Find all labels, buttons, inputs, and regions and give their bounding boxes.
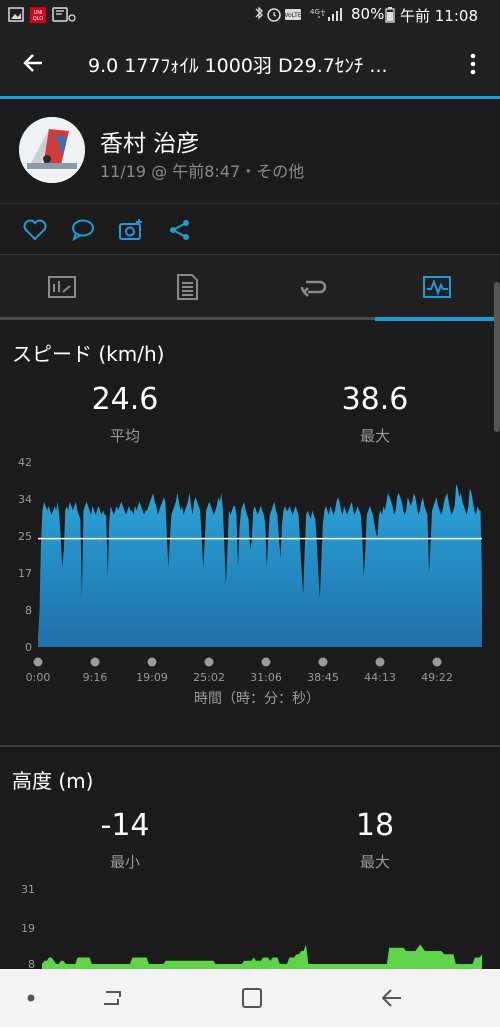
speed-y-tick-label: 0 <box>25 641 32 654</box>
battery-level: 80% <box>351 5 385 23</box>
battery-icon <box>385 7 395 23</box>
activity-owner: 香村 治彦 11/19 @ 午前8:47・その他 <box>0 99 500 204</box>
svg-text:VoLTE: VoLTE <box>284 12 301 19</box>
status-bar: UNI QLO VoLTE 4G+ 80% 午前 11:08 <box>0 0 500 30</box>
heart-icon[interactable] <box>22 217 48 243</box>
speed-x-tick-dot <box>375 657 385 667</box>
speed-x-tick-label: 38:45 <box>307 671 339 684</box>
altitude-y-tick-label: 31 <box>21 883 35 896</box>
scrollbar[interactable] <box>494 282 500 432</box>
notification-icons: UNI QLO <box>8 7 76 23</box>
speed-y-tick-label: 25 <box>18 530 32 543</box>
active-tab-indicator <box>375 317 500 321</box>
activity-title: 9.0 177ﾌｫｲﾙ 1000羽 D29.7ｾﾝﾁ ... <box>88 55 388 77</box>
altitude-y-tick-label: 19 <box>21 922 35 935</box>
speed-x-tick-dot <box>261 657 271 667</box>
chart-icon <box>423 276 451 298</box>
system-status-icons: VoLTE 4G+ <box>255 6 342 22</box>
summary-icon <box>48 276 76 298</box>
speed-x-tick-dot <box>147 657 157 667</box>
app-bar: 9.0 177ﾌｫｲﾙ 1000羽 D29.7ｾﾝﾁ ... <box>0 30 500 96</box>
tab-laps[interactable] <box>250 255 375 319</box>
speed-x-tick-label: 9:16 <box>83 671 108 684</box>
speed-y-tick-label: 42 <box>18 456 32 469</box>
activity-date: 11/19 @ 午前8:47・その他 <box>100 162 305 181</box>
speed-chart: 0 8 17 25 34 42 0:00 9:16 19:09 25:02 31:06 38:45 4… <box>18 456 482 707</box>
altitude-chart: 8 19 31 <box>21 883 482 969</box>
tab-summary[interactable] <box>0 255 125 319</box>
altitude-area-series <box>42 944 482 969</box>
speed-x-axis-label: 時間（時：分：秒） <box>194 691 320 707</box>
altitude-max-label: 最大 <box>359 853 390 871</box>
clock: 午前 11:08 <box>400 7 478 25</box>
owner-name: 香村 治彦 <box>100 131 200 157</box>
home-icon[interactable] <box>240 987 264 1009</box>
navigation-bar <box>0 969 500 1027</box>
recent-apps-icon[interactable] <box>100 988 124 1008</box>
avatar-photo <box>19 117 85 183</box>
section-divider <box>0 745 500 747</box>
comment-icon[interactable] <box>70 217 96 243</box>
altitude-max-value: 18 <box>355 808 395 843</box>
speed-max-label: 最大 <box>359 427 390 445</box>
tab-charts[interactable] <box>375 255 500 319</box>
speed-area-series <box>38 484 482 647</box>
details-icon <box>177 274 198 300</box>
speed-x-tick-label: 0:00 <box>26 671 51 684</box>
speed-x-tick-label: 49:22 <box>421 671 453 684</box>
speed-y-tick-label: 34 <box>18 493 32 506</box>
speed-x-tick-label: 44:13 <box>364 671 396 684</box>
laps-icon <box>300 280 327 297</box>
speed-x-tick-dot <box>33 657 43 667</box>
tab-bar <box>0 255 500 319</box>
speed-average-value: 24.6 <box>91 382 159 417</box>
speed-average-label: 平均 <box>109 427 140 445</box>
back-icon[interactable] <box>380 987 404 1009</box>
action-bar <box>0 204 500 255</box>
speed-x-tick-label: 19:09 <box>136 671 168 684</box>
tab-details[interactable] <box>125 255 250 319</box>
speed-section-title: スピード (km/h) <box>12 342 165 366</box>
camera-add-icon[interactable] <box>118 217 144 243</box>
speed-y-tick-label: 8 <box>25 604 32 617</box>
altitude-min-label: 最小 <box>109 853 140 871</box>
speed-x-tick-dot <box>318 657 328 667</box>
speed-x-tick-dot <box>90 657 100 667</box>
speed-max-value: 38.6 <box>341 382 409 417</box>
back-arrow-icon[interactable] <box>22 51 46 75</box>
share-icon[interactable] <box>167 217 193 243</box>
nav-dot-icon[interactable] <box>26 993 36 1003</box>
speed-y-tick-label: 17 <box>18 567 32 580</box>
speed-x-tick-dot <box>204 657 214 667</box>
avatar[interactable] <box>19 117 85 183</box>
overflow-menu-icon[interactable] <box>468 52 478 76</box>
altitude-section-title: 高度 (m) <box>12 769 94 793</box>
speed-x-tick-dot <box>432 657 442 667</box>
speed-x-tick-label: 25:02 <box>193 671 225 684</box>
svg-text:QLO: QLO <box>33 16 44 22</box>
altitude-min-value: -14 <box>100 808 150 843</box>
speed-x-tick-label: 31:06 <box>250 671 282 684</box>
altitude-y-tick-label: 8 <box>28 958 35 969</box>
